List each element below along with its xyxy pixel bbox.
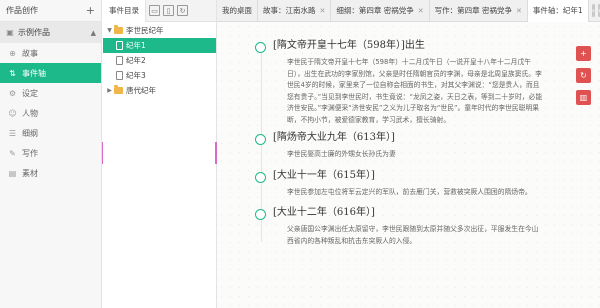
globe-icon: ⊕ bbox=[9, 48, 16, 58]
tab-outline[interactable]: 细纲：第四章 密祸党争 ✕ bbox=[331, 0, 430, 22]
folder-icon bbox=[114, 25, 123, 34]
sidebar-item-label: 事件轴 bbox=[22, 68, 46, 78]
sidebar-item-characters[interactable]: ☺ 人物 bbox=[0, 103, 101, 123]
sidebar-header: 作品创作 + bbox=[0, 0, 101, 22]
event-text: 李世民参加左屯位将军云定兴的军队，前去雁门关，营救被突厥人围困的隋炀帝。 bbox=[287, 188, 532, 196]
event-text: 李世民娶高士廉的外甥女长孙氏为妻 bbox=[287, 150, 396, 158]
tree-label: 唐代纪年 bbox=[126, 86, 156, 95]
event-title: [隋炀帝大业九年（613年）] bbox=[273, 132, 395, 143]
tree-label: 纪年3 bbox=[126, 71, 146, 80]
timeline-event[interactable]: [大业十一年（615年）] 李世民参加左屯位将军云定兴的军队，前去雁门关，营救被… bbox=[255, 168, 545, 199]
tab-writing[interactable]: 写作：第四章 密祸党争 ✕ bbox=[430, 0, 528, 22]
delete-icon[interactable]: ▥ bbox=[576, 90, 591, 105]
sidebar-item-label: 设定 bbox=[22, 88, 38, 98]
tab-bar: 我的桌面 故事：江南水路 ✕ 细纲：第四章 密祸党争 ✕ 写作：第四章 密祸党争… bbox=[217, 0, 600, 22]
gear-icon: ⚙ bbox=[8, 88, 17, 98]
sidebar-item-label: 素材 bbox=[22, 168, 38, 178]
tree-folder[interactable]: ▶ 唐代纪年 bbox=[103, 83, 216, 98]
sidebar-item-writing[interactable]: ✎ 写作 bbox=[0, 143, 101, 163]
event-directory: 事件目录 ▭ ▯ ↻ ▼ 李世民纪年 纪年1 纪年2 纪年3 ▶ 唐代纪年 bbox=[103, 0, 217, 308]
close-icon[interactable]: ✕ bbox=[320, 7, 326, 15]
timeline-icon: ⇅ bbox=[9, 68, 16, 78]
event-text: 父亲唐国公李渊出任太原留守，李世民跟随到太原并随父多次出征，平服发生在今山西省内… bbox=[287, 225, 539, 245]
timeline-dot bbox=[255, 134, 266, 145]
sidebar-item-materials[interactable]: ▤ 素材 bbox=[0, 163, 101, 183]
folder-icon bbox=[114, 85, 123, 94]
sync-icon[interactable]: ↻ bbox=[177, 5, 188, 16]
timeline-view: [隋文帝开皇十七年（598年）]出生 李世民于隋文帝开皇十七年（598年）十二月… bbox=[217, 22, 600, 308]
person-icon: ☺ bbox=[8, 108, 17, 118]
directory-toolbar: 事件目录 ▭ ▯ ↻ bbox=[103, 0, 216, 22]
event-title: [大业十一年（615年）] bbox=[273, 170, 375, 181]
event-title: [大业十二年（616年）] bbox=[273, 207, 375, 218]
sidebar-item-settings[interactable]: ⚙ 设定 bbox=[0, 83, 101, 103]
timeline-dot bbox=[255, 42, 266, 53]
tab-story[interactable]: 故事：江南水路 ✕ bbox=[258, 0, 332, 22]
timeline-dot bbox=[255, 172, 266, 183]
file-add-icon[interactable]: ▯ bbox=[163, 5, 174, 16]
sidebar-item-label: 故事 bbox=[22, 48, 38, 58]
timeline-event[interactable]: [大业十二年（616年）] 父亲唐国公李渊出任太原留守，李世民跟随到太原并随父多… bbox=[255, 205, 545, 247]
tree-item[interactable]: 纪年1 bbox=[103, 38, 216, 53]
tree-label: 李世民纪年 bbox=[126, 26, 164, 35]
book-icon: ▣ bbox=[6, 28, 14, 37]
directory-tab[interactable]: 事件目录 bbox=[103, 0, 146, 22]
chevron-up-icon: ▲ bbox=[90, 28, 96, 37]
tree-item[interactable]: 纪年3 bbox=[103, 68, 216, 83]
document-icon bbox=[116, 41, 123, 50]
event-text: 李世民于隋文帝开皇十七年（598年）十二月戊午日（一说开皇十八年十二月戊午日），… bbox=[287, 58, 543, 124]
close-icon[interactable]: ✕ bbox=[418, 7, 424, 15]
tree-label: 纪年1 bbox=[126, 41, 146, 50]
work-label: 示例作品 bbox=[18, 28, 50, 37]
timeline-event[interactable]: [隋炀帝大业九年（613年）] 李世民娶高士廉的外甥女长孙氏为妻 bbox=[255, 130, 545, 161]
tree-item[interactable]: 纪年2 bbox=[103, 53, 216, 68]
sidebar-item-label: 写作 bbox=[22, 148, 38, 158]
plus-icon[interactable]: + bbox=[86, 5, 95, 16]
sidebar: 作品创作 + ▣ 示例作品 ▲ ⊕ 故事 ⇅ 事件轴 ⚙ 设定 ☺ 人物 ☰ 细… bbox=[0, 0, 102, 308]
work-selector[interactable]: ▣ 示例作品 ▲ bbox=[0, 22, 101, 43]
tree-folder[interactable]: ▼ 李世民纪年 bbox=[103, 23, 216, 38]
tab-desktop[interactable]: 我的桌面 bbox=[217, 0, 258, 22]
tab-label: 写作：第四章 密祸党争 bbox=[434, 6, 513, 15]
document-icon bbox=[116, 56, 123, 65]
archive-icon: ▤ bbox=[8, 168, 17, 178]
sidebar-item-label: 人物 bbox=[22, 108, 38, 118]
pen-icon: ✎ bbox=[9, 148, 16, 158]
folder-add-icon[interactable]: ▭ bbox=[149, 5, 160, 16]
sidebar-title: 作品创作 bbox=[6, 6, 38, 15]
outline-icon: ☰ bbox=[8, 128, 17, 138]
tab-label: 事件轴：纪年1 bbox=[532, 6, 583, 15]
tab-label: 细纲：第四章 密祸党争 bbox=[336, 6, 414, 15]
tree-label: 纪年2 bbox=[126, 56, 146, 65]
document-icon bbox=[116, 71, 123, 80]
sidebar-item-label: 细纲 bbox=[22, 128, 38, 138]
refresh-icon[interactable]: ↻ bbox=[576, 68, 591, 83]
chevron-right-icon: ▶ bbox=[107, 87, 112, 94]
event-title: [隋文帝开皇十七年（598年）]出生 bbox=[273, 40, 425, 51]
sidebar-item-outline[interactable]: ☰ 细纲 bbox=[0, 123, 101, 143]
tab-label: 故事：江南水路 bbox=[263, 6, 316, 15]
chevron-down-icon: ▼ bbox=[107, 27, 112, 34]
close-icon[interactable]: ✕ bbox=[516, 7, 522, 15]
chevron-left-icon[interactable]: ‹ bbox=[591, 4, 595, 17]
sidebar-item-timeline[interactable]: ⇅ 事件轴 bbox=[0, 63, 101, 83]
sidebar-item-story[interactable]: ⊕ 故事 bbox=[0, 43, 101, 63]
tab-timeline[interactable]: 事件轴：纪年1 bbox=[527, 0, 589, 22]
add-icon[interactable]: + bbox=[576, 46, 591, 61]
tab-label: 我的桌面 bbox=[222, 6, 252, 15]
timeline-dot bbox=[255, 209, 266, 220]
timeline-event[interactable]: [隋文帝开皇十七年（598年）]出生 李世民于隋文帝开皇十七年（598年）十二月… bbox=[255, 38, 545, 126]
